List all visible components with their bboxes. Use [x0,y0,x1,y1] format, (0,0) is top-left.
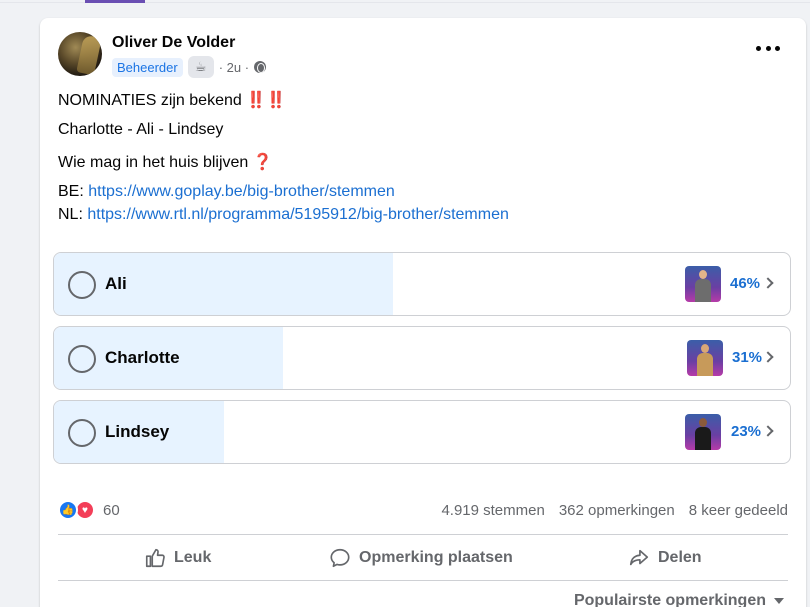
thumbs-up-icon [145,548,165,568]
reactions-summary[interactable]: 👍 ♥ 60 [58,500,120,520]
post-meta: Beheerder ☕ · 2u · [112,56,267,78]
share-icon [629,549,649,566]
shares-count[interactable]: 8 keer gedeeld [689,502,788,519]
post-line-1: NOMINATIES zijn bekend ‼️‼️ [58,90,286,110]
like-label: Leuk [174,549,212,566]
post-link-be: BE: https://www.goplay.be/big-brother/st… [58,183,395,201]
actions-divider [58,580,788,581]
post-time[interactable]: · 2u · [219,60,249,75]
author-avatar[interactable] [58,32,102,76]
be-prefix: BE: [58,183,84,200]
comment-button[interactable]: Opmerking plaatsen [329,546,513,570]
comments-count[interactable]: 362 opmerkingen [559,502,675,519]
rtl-link[interactable]: https://www.rtl.nl/programma/5195912/big… [87,206,509,223]
voter-avatar [687,340,723,376]
like-reaction-icon: 👍 [58,500,78,520]
love-reaction-icon: ♥ [75,500,95,520]
reaction-count[interactable]: 60 [103,502,120,519]
poll-percent: 46% [730,275,761,292]
voter-avatar [685,266,721,302]
comment-label: Opmerking plaatsen [359,549,513,566]
post-line-3: Wie mag in het huis blijven ❓ [58,152,273,172]
role-badge[interactable]: Beheerder [112,57,183,77]
poll-option-label: Lindsey [105,422,170,441]
poll-percent: 23% [731,423,762,440]
poll-radio[interactable] [68,419,96,447]
poll-radio[interactable] [68,271,96,299]
goplay-link[interactable]: https://www.goplay.be/big-brother/stemme… [88,183,395,200]
chevron-right-icon[interactable] [762,351,774,363]
globe-icon [254,61,267,73]
caret-down-icon [774,598,784,604]
comment-icon [330,548,350,568]
post-card: Oliver De Volder Beheerder ☕ · 2u · NOMI… [40,18,806,607]
chevron-right-icon[interactable] [762,425,774,437]
poll-radio[interactable] [68,345,96,373]
poll-option-charlotte[interactable]: Charlotte 31% [53,326,791,390]
double-exclamation-icon: ‼️‼️ [246,92,287,109]
post-stats: 4.919 stemmen 362 opmerkingen 8 keer ged… [441,502,788,519]
nl-prefix: NL: [58,206,83,223]
more-options-icon[interactable] [756,42,780,54]
poll-option-ali[interactable]: Ali 46% [53,252,791,316]
share-label: Delen [658,549,702,566]
comment-sort-dropdown[interactable]: Populairste opmerkingen [574,592,784,607]
active-tab-indicator [85,0,145,3]
votes-count[interactable]: 4.919 stemmen [441,502,544,519]
sort-label: Populairste opmerkingen [573,592,766,607]
question-mark-icon: ❓ [252,154,273,171]
post-link-nl: NL: https://www.rtl.nl/programma/5195912… [58,206,509,224]
author-name[interactable]: Oliver De Volder [112,34,235,52]
voter-avatar [685,414,721,450]
like-button[interactable]: Leuk [144,546,211,570]
coffee-badge-icon[interactable]: ☕ [187,56,214,78]
post-line-2: Charlotte - Ali - Lindsey [58,121,224,138]
poll-option-lindsey[interactable]: Lindsey 23% [53,400,791,464]
poll-option-label: Charlotte [105,348,180,367]
post-line-3-text: Wie mag in het huis blijven [58,154,249,171]
poll-percent: 31% [732,349,763,366]
post-line-1-text: NOMINATIES zijn bekend [58,92,242,109]
stats-divider [58,534,788,535]
poll-option-label: Ali [105,274,127,293]
chevron-right-icon[interactable] [762,277,774,289]
share-button[interactable]: Delen [628,546,702,570]
